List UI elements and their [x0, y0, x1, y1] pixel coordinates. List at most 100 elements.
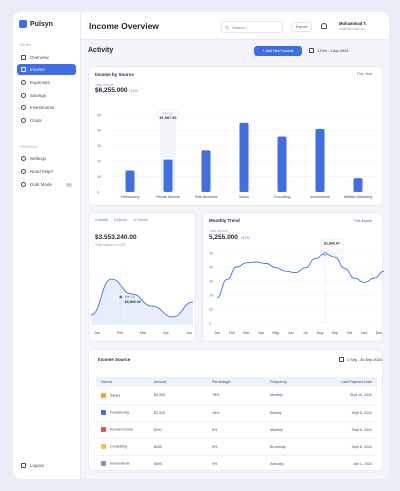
- sidebar-item-savings[interactable]: Savings: [17, 90, 76, 101]
- x-tick-label: Jun: [186, 331, 192, 335]
- balance-chart: Mar 20$6,800.00 Jan Feb Mar Apr Jun: [90, 271, 194, 335]
- trend-icon: [21, 105, 26, 110]
- monthly-trend-card: Monthly Trend This Month Total Income 5,…: [202, 212, 384, 342]
- logout-button[interactable]: Logout: [17, 460, 76, 470]
- sidebar-item-label: Goals: [30, 118, 42, 123]
- sidebar-item-help[interactable]: Need help?: [17, 166, 76, 177]
- x-tick-label: Mar: [243, 331, 250, 335]
- target-icon: [21, 118, 26, 123]
- x-tick-label: Jan: [214, 331, 220, 335]
- x-tick-label: Sep: [332, 331, 338, 335]
- column-header[interactable]: Frequency: [270, 377, 328, 387]
- sidebar-item-settings[interactable]: Settings: [17, 153, 76, 164]
- frequency-cell: Monthly: [270, 421, 328, 439]
- sidebar-item-label: Investments: [30, 105, 55, 110]
- tooltip-value: $1,997.50: [160, 116, 177, 120]
- income-source-card: Income Source 1 Sep - 30 Sep 2024 Source…: [88, 349, 383, 473]
- table-row[interactable]: Investments $490 9% Annually Jan 1, 2024: [96, 455, 377, 473]
- bell-icon[interactable]: [321, 23, 327, 29]
- source-cell: Investments: [96, 455, 154, 473]
- sidebar-item-investments[interactable]: Investments: [17, 102, 76, 113]
- grid-icon: [21, 55, 26, 60]
- x-tick-label: Nov: [361, 331, 368, 335]
- y-tick-label: 3K: [97, 144, 102, 148]
- monthly-trend-chart: 0 1K 2K 3K 4K 5K $1,660.67 Jan Feb Mar Apr May Jun Ju…: [209, 239, 384, 335]
- amount-cell: $1,330: [154, 404, 212, 422]
- x-tick-label: Rental Income: [156, 195, 179, 199]
- x-tick-label: Feb: [117, 331, 123, 335]
- sidebar-item-dark-mode[interactable]: Dark Mode: [17, 179, 76, 190]
- user-name[interactable]: Muhammad T.: [339, 21, 367, 26]
- sidebar-item-label: Income: [30, 67, 45, 72]
- sidebar-item-expenses[interactable]: Expenses: [17, 77, 76, 88]
- table-row[interactable]: Consulting $400 9% Bi-weekly Sept 8, 2024: [96, 438, 377, 456]
- x-tick-label: Freelancing: [121, 195, 140, 199]
- percentage-cell: 18%: [212, 404, 270, 422]
- sidebar-item-label: Overview: [30, 55, 49, 60]
- y-tick-label: 5K: [97, 113, 102, 117]
- column-header[interactable]: Source: [96, 377, 154, 387]
- percentage-cell: 9%: [212, 455, 270, 473]
- x-tick-label: Mar: [140, 331, 147, 335]
- sidebar-item-income[interactable]: Income: [17, 64, 76, 75]
- moon-icon: [21, 182, 26, 187]
- bar: [125, 170, 135, 192]
- frequency-cell: Weekly: [270, 404, 328, 422]
- amount-cell: $400: [154, 438, 212, 456]
- percentage-cell: 9%: [212, 438, 270, 456]
- calendar-icon: [309, 48, 314, 53]
- add-income-button[interactable]: + Add New Income: [254, 46, 302, 56]
- table-row[interactable]: Salary $4,300 78% Monthly Sept 10, 2024: [96, 387, 377, 405]
- logout-icon: [21, 462, 26, 468]
- x-tick-label: Affiliate Marketing: [344, 195, 373, 199]
- search-input[interactable]: [232, 24, 282, 30]
- frequency-cell: Monthly: [270, 387, 328, 405]
- column-header[interactable]: Amount: [154, 377, 212, 387]
- logo[interactable]: Pulsyn: [19, 20, 53, 28]
- export-button[interactable]: Export: [291, 22, 312, 32]
- card-title: Income Source: [98, 357, 131, 362]
- user-email: email@email.com: [339, 27, 366, 31]
- sidebar: Pulsyn MENU Overview Income Expenses Sav…: [13, 12, 81, 479]
- x-tick-label: Dec: [376, 331, 383, 335]
- bar: [163, 159, 173, 192]
- source-label: Investments: [110, 461, 130, 466]
- tooltip-value: $1,660.67: [324, 242, 340, 246]
- app-frame: Pulsyn MENU Overview Income Expenses Sav…: [13, 12, 389, 479]
- sidebar-item-goals[interactable]: Goals: [17, 115, 76, 126]
- dark-mode-toggle[interactable]: [66, 182, 72, 187]
- activity-date-range[interactable]: 1 Feb - 1 Apr 2024: [309, 48, 348, 53]
- sidebar-item-overview[interactable]: Overview: [17, 52, 76, 63]
- date-range-label: 1 Sep - 30 Sep 2024: [347, 357, 382, 362]
- x-tick-label: Investments: [310, 195, 330, 199]
- x-tick-label: Apr: [258, 331, 264, 335]
- income-by-source-chart: 0 1K 2K 3K 4K 5K Freelancing Rental Income Side …: [97, 109, 377, 199]
- x-tick-label: Aug: [317, 331, 323, 335]
- y-tick-label: 2K: [97, 160, 102, 164]
- x-tick-label: Oct: [347, 331, 353, 335]
- y-tick-label: 1K: [209, 307, 214, 311]
- source-icon: [101, 427, 106, 432]
- column-header[interactable]: Percentage: [212, 377, 270, 387]
- table-row[interactable]: Rental Income $291 8% Monthly Sept 5, 2024: [96, 421, 377, 439]
- search-box[interactable]: [221, 21, 283, 33]
- table-header-row: Source Amount Percentage Frequency Last …: [96, 377, 377, 387]
- activity-title: Activity: [88, 47, 114, 54]
- bar: [201, 150, 211, 192]
- sidebar-item-label: Need help?: [30, 169, 54, 174]
- table-row[interactable]: Freelancing $1,330 18% Weekly Sept 8, 2024: [96, 404, 377, 422]
- source-label: Freelancing: [110, 410, 129, 415]
- x-tick-label: Jan: [94, 331, 100, 335]
- source-cell: Consulting: [96, 438, 154, 456]
- x-tick-label: Salary: [239, 195, 249, 199]
- column-header[interactable]: Last Payment Date: [328, 377, 377, 387]
- percentage-cell: 8%: [212, 421, 270, 439]
- tooltip-label: Mar 20: [125, 295, 135, 299]
- menu-heading: MENU: [20, 43, 32, 47]
- date-cell: Sept 5, 2024: [328, 421, 377, 439]
- wallet-icon: [21, 67, 26, 72]
- piggy-bank-icon: [21, 93, 26, 98]
- date-cell: Sept 8, 2024: [328, 438, 377, 456]
- page-title: Income Overview: [89, 21, 159, 31]
- table-date-range[interactable]: 1 Sep - 30 Sep 2024: [339, 357, 382, 362]
